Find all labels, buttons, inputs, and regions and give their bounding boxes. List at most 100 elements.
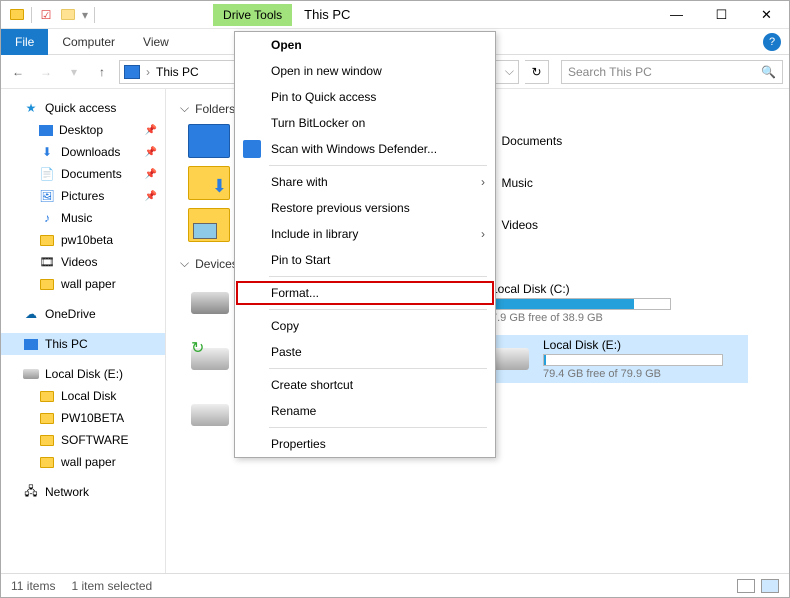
drive-c[interactable]: Local Disk (C:) 7.9 GB free of 38.9 GB bbox=[488, 279, 748, 327]
nav-pictures[interactable]: 🖼Pictures📌 bbox=[1, 185, 165, 207]
nav-pw10beta[interactable]: pw10beta bbox=[1, 229, 165, 251]
folder-icon bbox=[39, 410, 55, 426]
chevron-down-icon: ⌵ bbox=[180, 256, 189, 271]
documents-icon: 📄 bbox=[39, 166, 55, 182]
drive-free-text: 7.9 GB free of 38.9 GB bbox=[491, 312, 745, 324]
ctx-defender[interactable]: Scan with Windows Defender... bbox=[235, 136, 495, 162]
nav-local-disk[interactable]: Local Disk bbox=[1, 385, 165, 407]
pc-icon bbox=[124, 65, 140, 79]
nav-pw10beta-caps[interactable]: PW10BETA bbox=[1, 407, 165, 429]
ctx-properties[interactable]: Properties bbox=[235, 431, 495, 457]
view-tab[interactable]: View bbox=[129, 29, 183, 55]
properties-icon[interactable]: ☑ bbox=[38, 7, 54, 23]
pc-icon bbox=[23, 336, 39, 352]
folder-documents[interactable]: Documents bbox=[502, 124, 776, 158]
folder-icon bbox=[39, 432, 55, 448]
chevron-down-icon: ⌵ bbox=[180, 101, 189, 116]
close-button[interactable]: ✕ bbox=[744, 1, 789, 29]
recent-locations-icon[interactable]: ▾ bbox=[63, 61, 85, 83]
nav-local-disk-e[interactable]: Local Disk (E:) bbox=[1, 363, 165, 385]
ctx-paste[interactable]: Paste bbox=[235, 339, 495, 365]
drive-icon bbox=[491, 338, 533, 370]
computer-tab[interactable]: Computer bbox=[48, 29, 129, 55]
submenu-arrow-icon: › bbox=[481, 175, 485, 189]
music-icon: ♪ bbox=[39, 210, 55, 226]
star-icon: ★ bbox=[23, 100, 39, 116]
pin-icon: 📌 bbox=[145, 147, 157, 158]
folder-icon bbox=[39, 232, 55, 248]
navigation-pane: ★Quick access Desktop📌 ⬇Downloads📌 📄Docu… bbox=[1, 89, 166, 573]
context-menu: Open Open in new window Pin to Quick acc… bbox=[234, 31, 496, 458]
drive-icon bbox=[191, 394, 233, 426]
ctx-restore-previous[interactable]: Restore previous versions bbox=[235, 195, 495, 221]
ctx-create-shortcut[interactable]: Create shortcut bbox=[235, 372, 495, 398]
nav-onedrive[interactable]: ☁OneDrive bbox=[1, 303, 165, 325]
drive-name: Local Disk (E:) bbox=[543, 338, 745, 352]
desktop-icon bbox=[39, 125, 53, 136]
disk-icon bbox=[23, 366, 39, 382]
nav-quick-access[interactable]: ★Quick access bbox=[1, 97, 165, 119]
ctx-format[interactable]: Format... bbox=[235, 280, 495, 306]
folder-videos[interactable]: Videos bbox=[502, 208, 776, 242]
onedrive-icon: ☁ bbox=[23, 306, 39, 322]
nav-desktop[interactable]: Desktop📌 bbox=[1, 119, 165, 141]
downloads-icon: ⬇ bbox=[39, 144, 55, 160]
drive-e[interactable]: Local Disk (E:) 79.4 GB free of 79.9 GB bbox=[488, 335, 748, 383]
network-icon: 🖧 bbox=[23, 484, 39, 500]
drive-tools-tab[interactable]: Drive Tools bbox=[213, 4, 292, 26]
titlebar: ☑ ▾ Drive Tools This PC — ☐ ✕ bbox=[1, 1, 789, 29]
nav-wall-paper[interactable]: wall paper bbox=[1, 273, 165, 295]
drive-capacity-bar bbox=[543, 354, 723, 366]
ctx-open[interactable]: Open bbox=[235, 32, 495, 58]
window-title: This PC bbox=[292, 7, 362, 22]
folder-large-icon bbox=[188, 124, 230, 158]
status-item-count: 11 items bbox=[11, 579, 55, 593]
help-icon[interactable]: ? bbox=[763, 33, 781, 51]
nav-this-pc[interactable]: This PC bbox=[1, 333, 165, 355]
pin-icon: 📌 bbox=[145, 191, 157, 202]
nav-music[interactable]: ♪Music bbox=[1, 207, 165, 229]
new-folder-icon[interactable] bbox=[60, 7, 76, 23]
nav-videos[interactable]: 🎞Videos bbox=[1, 251, 165, 273]
search-input[interactable]: Search This PC 🔍 bbox=[561, 60, 783, 84]
drive-icon bbox=[191, 282, 233, 314]
submenu-arrow-icon: › bbox=[481, 227, 485, 241]
nav-software[interactable]: SOFTWARE bbox=[1, 429, 165, 451]
ctx-share-with[interactable]: Share with› bbox=[235, 169, 495, 195]
refresh-button[interactable]: ↻ bbox=[525, 60, 549, 84]
status-selected-count: 1 item selected bbox=[71, 579, 152, 593]
pin-icon: 📌 bbox=[145, 169, 157, 180]
folder-large-icon: ⬇ bbox=[188, 166, 230, 200]
folder-icon bbox=[39, 454, 55, 470]
ctx-rename[interactable]: Rename bbox=[235, 398, 495, 424]
address-path: This PC bbox=[156, 65, 199, 79]
file-tab[interactable]: File bbox=[1, 29, 48, 55]
folder-icon bbox=[39, 388, 55, 404]
icons-view-button[interactable] bbox=[761, 579, 779, 593]
folder-icon bbox=[9, 7, 25, 23]
ctx-pin-quick-access[interactable]: Pin to Quick access bbox=[235, 84, 495, 110]
back-button[interactable]: ← bbox=[7, 61, 29, 83]
minimize-button[interactable]: — bbox=[654, 1, 699, 29]
folder-large-icon bbox=[188, 208, 230, 242]
folder-music[interactable]: Music bbox=[502, 166, 776, 200]
forward-button: → bbox=[35, 61, 57, 83]
ctx-copy[interactable]: Copy bbox=[235, 313, 495, 339]
ctx-open-new-window[interactable]: Open in new window bbox=[235, 58, 495, 84]
ctx-pin-start[interactable]: Pin to Start bbox=[235, 247, 495, 273]
up-button[interactable]: ↑ bbox=[91, 61, 113, 83]
details-view-button[interactable] bbox=[737, 579, 755, 593]
status-bar: 11 items 1 item selected bbox=[1, 573, 789, 597]
ctx-bitlocker[interactable]: Turn BitLocker on bbox=[235, 110, 495, 136]
nav-downloads[interactable]: ⬇Downloads📌 bbox=[1, 141, 165, 163]
drive-icon: ↻ bbox=[191, 338, 233, 370]
nav-documents[interactable]: 📄Documents📌 bbox=[1, 163, 165, 185]
shield-icon bbox=[243, 140, 261, 158]
nav-wall-paper-2[interactable]: wall paper bbox=[1, 451, 165, 473]
drive-capacity-bar bbox=[491, 298, 671, 310]
folder-icon bbox=[39, 276, 55, 292]
ctx-include-library[interactable]: Include in library› bbox=[235, 221, 495, 247]
pin-icon: 📌 bbox=[145, 125, 157, 136]
maximize-button[interactable]: ☐ bbox=[699, 1, 744, 29]
nav-network[interactable]: 🖧Network bbox=[1, 481, 165, 503]
